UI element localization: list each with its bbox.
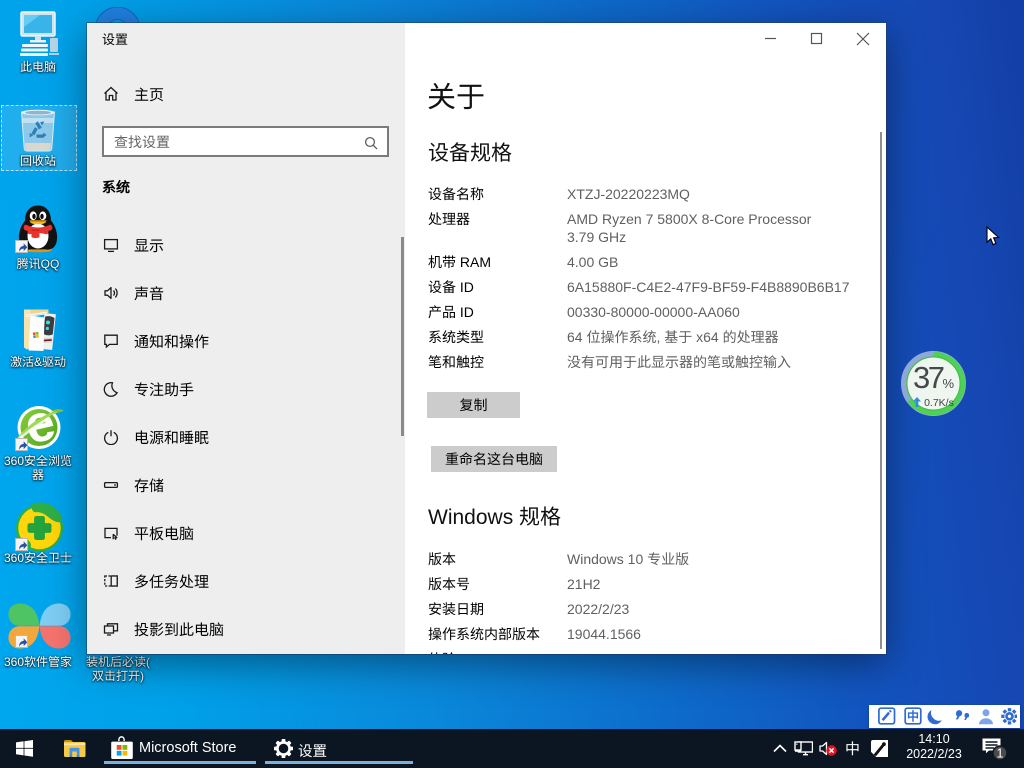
- svg-text:中: 中: [907, 707, 919, 724]
- svg-text:1: 1: [997, 746, 1004, 760]
